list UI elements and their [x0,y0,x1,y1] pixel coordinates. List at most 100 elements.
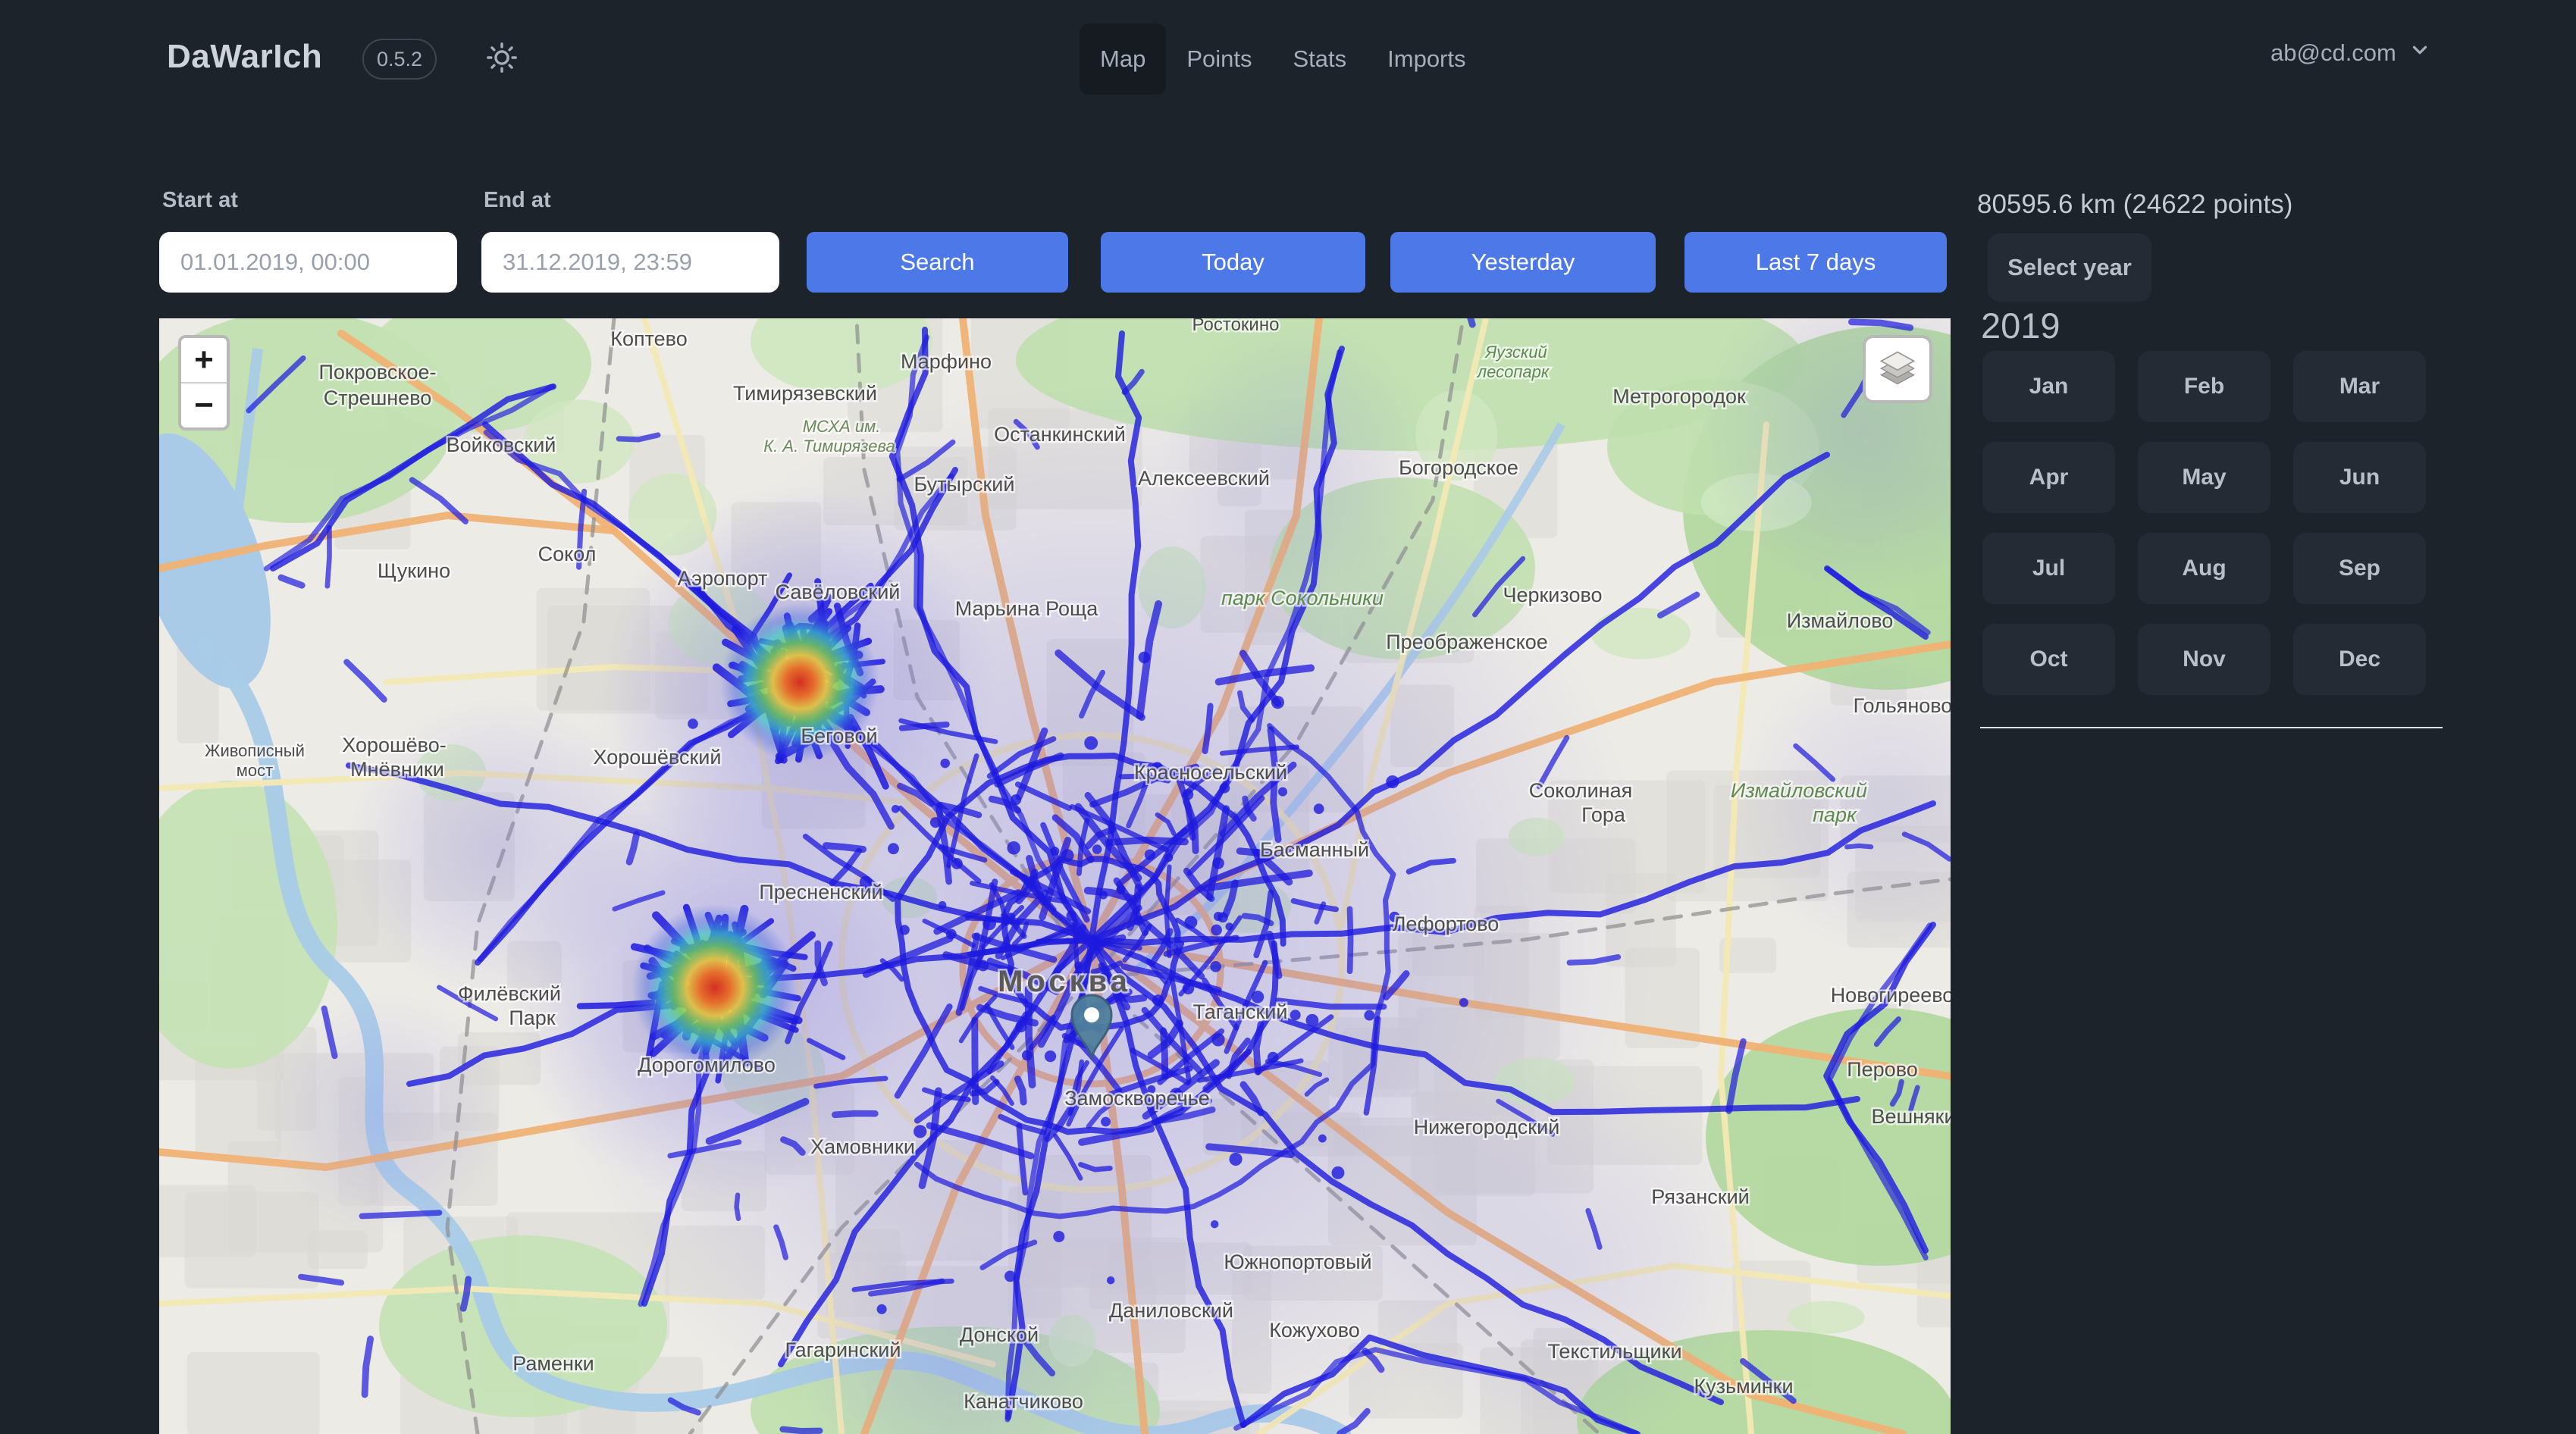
svg-text:парк: парк [1813,803,1857,826]
user-email: ab@cd.com [2270,39,2396,67]
map-layers-control[interactable] [1863,335,1932,403]
svg-text:Даниловский: Даниловский [1109,1299,1233,1322]
month-grid: Jan Feb Mar Apr May Jun Jul Aug Sep Oct … [1982,351,2426,695]
app-logo[interactable]: DaWarIch [167,38,322,76]
zoom-out-button[interactable]: − [181,382,227,427]
svg-text:Рязанский: Рязанский [1651,1185,1750,1208]
svg-text:Марфино: Марфино [901,350,992,373]
svg-text:Канатчиково: Канатчиково [964,1390,1083,1413]
svg-text:Донской: Донской [960,1323,1039,1346]
month-button-nov[interactable]: Nov [2138,624,2270,695]
svg-text:Измайловский: Измайловский [1731,779,1867,802]
svg-text:Войковский: Войковский [447,434,556,456]
svg-text:Раменки: Раменки [512,1352,594,1375]
app-root: DaWarIch 0.5.2 Map Points Stats Imports … [0,0,2576,1434]
svg-text:Бутырский: Бутырский [914,473,1015,496]
svg-text:Алексеевский: Алексеевский [1138,467,1270,490]
month-button-apr[interactable]: Apr [1982,442,2115,513]
month-button-jan[interactable]: Jan [1982,351,2115,422]
svg-text:лесопарк: лесопарк [1476,362,1550,381]
user-menu[interactable]: ab@cd.com [2270,30,2431,76]
svg-text:Замоскворечье: Замоскворечье [1064,1087,1210,1110]
svg-text:Таганский: Таганский [1193,1000,1288,1023]
svg-text:мост: мост [237,761,273,780]
svg-text:МСХА им.: МСХА им. [803,417,881,436]
sidebar-divider [1980,727,2443,728]
svg-text:Басманный: Басманный [1260,838,1369,861]
svg-text:Измайлово: Измайлово [1787,609,1894,632]
month-button-dec[interactable]: Dec [2293,624,2426,695]
year-title: 2019 [1981,305,2060,346]
svg-text:Яузский: Яузский [1484,343,1547,362]
month-button-sep[interactable]: Sep [2293,533,2426,604]
zoom-in-button[interactable]: + [181,338,227,382]
month-button-jul[interactable]: Jul [1982,533,2115,604]
svg-text:Кожухово: Кожухово [1269,1319,1360,1342]
yesterday-button[interactable]: Yesterday [1390,232,1656,293]
svg-text:Богородское: Богородское [1399,456,1518,479]
svg-text:Тимирязевский: Тимирязевский [733,382,877,405]
map-container[interactable]: Коптево Ростокино Тимирязевский Марфино МСХА… [159,318,1951,1434]
svg-text:Беговой: Беговой [801,725,877,747]
svg-text:Кузьминки: Кузьминки [1694,1375,1793,1398]
search-button[interactable]: Search [807,232,1068,293]
svg-text:Нижегородский: Нижегородский [1414,1116,1560,1138]
svg-text:парк Сокольники: парк Сокольники [1221,587,1384,609]
svg-text:Марьина Роща: Марьина Роща [955,597,1098,620]
svg-text:Коптево: Коптево [610,327,688,350]
tab-map[interactable]: Map [1080,23,1166,95]
month-button-jun[interactable]: Jun [2293,442,2426,513]
today-button[interactable]: Today [1101,232,1365,293]
layers-icon [1876,346,1919,393]
svg-text:Преображенское: Преображенское [1386,631,1548,653]
heatmap-hotspot [631,904,798,1071]
select-year-button[interactable]: Select year [1988,233,2151,302]
svg-text:Метрогородок: Метрогородок [1612,385,1746,408]
svg-text:Гора: Гора [1581,803,1626,826]
svg-text:Лефортово: Лефортово [1393,913,1500,935]
svg-text:Хамовники: Хамовники [810,1135,915,1158]
svg-text:Хорошёвский: Хорошёвский [594,746,722,769]
end-date-input[interactable] [481,232,779,293]
svg-text:К. А. Тимирязева: К. А. Тимирязева [763,437,895,456]
last-7-days-button[interactable]: Last 7 days [1684,232,1947,293]
svg-text:Филёвский: Филёвский [458,982,561,1005]
svg-text:Щукино: Щукино [378,559,450,582]
svg-text:Вешняки: Вешняки [1871,1105,1951,1128]
tab-stats[interactable]: Stats [1272,23,1367,95]
svg-text:Ростокино: Ростокино [1192,318,1280,335]
sun-icon [484,40,519,79]
svg-text:Парк: Парк [509,1007,555,1029]
map-canvas: Коптево Ростокино Тимирязевский Марфино МСХА… [159,318,1951,1434]
svg-text:Гольяново: Гольяново [1854,694,1951,717]
svg-text:Стрешнево: Стрешнево [324,387,432,409]
svg-text:Сокол: Сокол [538,543,597,565]
month-button-feb[interactable]: Feb [2138,351,2270,422]
svg-text:Красносельский: Красносельский [1134,761,1287,784]
svg-text:Пресненский: Пресненский [759,881,882,903]
tab-points[interactable]: Points [1166,23,1272,95]
month-button-aug[interactable]: Aug [2138,533,2270,604]
svg-text:Перово: Перово [1847,1058,1918,1081]
version-badge: 0.5.2 [362,39,437,80]
month-button-mar[interactable]: Mar [2293,351,2426,422]
map-zoom-control: + − [178,335,230,431]
svg-text:Черкизово: Черкизово [1503,584,1602,606]
svg-text:Покровское-: Покровское- [319,361,437,384]
svg-text:Новогиреево: Новогиреево [1831,984,1951,1007]
theme-toggle-button[interactable] [484,41,520,77]
month-button-may[interactable]: May [2138,442,2270,513]
svg-text:Останкинский: Останкинский [994,423,1126,446]
svg-text:Соколиная: Соколиная [1529,779,1632,802]
distance-stats: 80595.6 km (24622 points) [1977,189,2292,220]
svg-text:Савёловский: Савёловский [776,581,901,603]
svg-text:Текстильщики: Текстильщики [1547,1340,1681,1363]
svg-text:Аэропорт: Аэропорт [678,567,768,590]
svg-text:Москва: Москва [998,965,1131,998]
svg-text:Южнопортовый: Южнопортовый [1224,1251,1371,1273]
end-at-label: End at [484,188,551,213]
start-date-input[interactable] [159,232,457,293]
tab-imports[interactable]: Imports [1367,23,1486,95]
month-button-oct[interactable]: Oct [1982,624,2115,695]
main-nav: Map Points Stats Imports [1080,23,1487,95]
